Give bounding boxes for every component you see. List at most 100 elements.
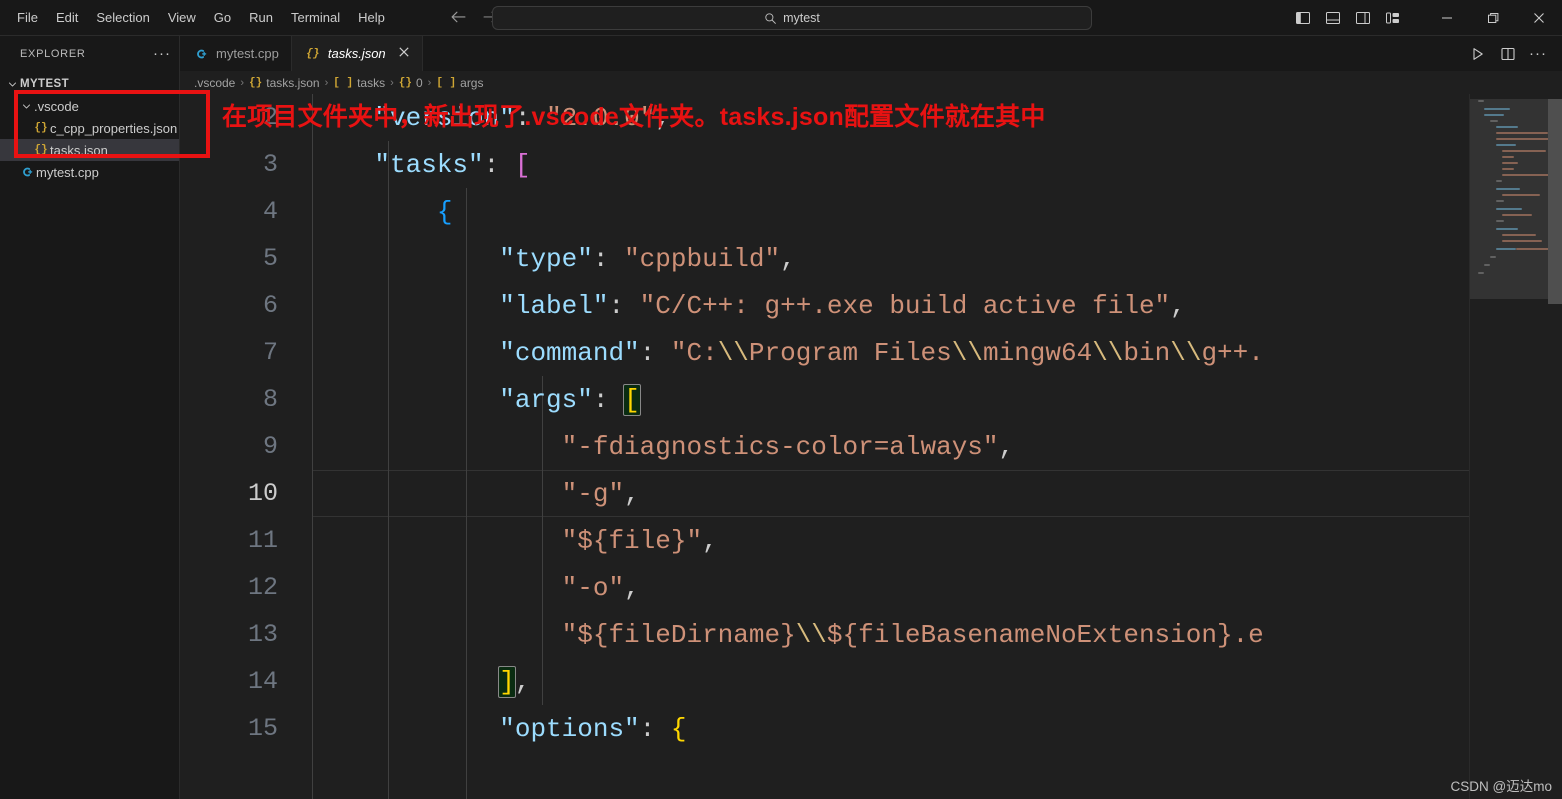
vscode-window: File Edit Selection View Go Run Terminal…: [0, 0, 1562, 799]
line-number: 3: [262, 150, 278, 179]
line-content: "${file}",: [561, 525, 718, 556]
breadcrumb-separator-icon: ›: [427, 76, 432, 89]
title-bar: File Edit Selection View Go Run Terminal…: [0, 0, 1562, 36]
breadcrumb-item-0[interactable]: {} 0: [399, 76, 423, 90]
breadcrumb-label: tasks: [357, 75, 386, 90]
scrollbar-thumb[interactable]: [1548, 99, 1562, 304]
explorer-more-actions-icon[interactable]: ···: [153, 46, 171, 61]
code-line-current[interactable]: 10 "-g",: [180, 470, 1562, 517]
toggle-primary-sidebar-icon[interactable]: [1290, 5, 1316, 31]
line-content: "-o",: [561, 572, 640, 603]
line-number: 12: [247, 573, 278, 602]
code-line[interactable]: 4 {: [180, 188, 1562, 235]
maximize-restore-button[interactable]: [1470, 0, 1516, 36]
menu-item-view[interactable]: View: [159, 6, 205, 30]
breadcrumb-item-args[interactable]: [ ] args: [436, 76, 483, 90]
menu-item-help[interactable]: Help: [349, 6, 394, 30]
breadcrumb-separator-icon: ›: [390, 76, 394, 89]
split-editor-icon[interactable]: [1494, 40, 1522, 68]
minimap-slider[interactable]: [1470, 99, 1548, 299]
code-line[interactable]: 7 "command": "C:\\Program Files\\mingw64…: [180, 329, 1562, 376]
code-editor[interactable]: 2 "version": "2.0.0", 3 "tasks": [ 4 { 5…: [180, 94, 1562, 799]
menu-item-go[interactable]: Go: [205, 6, 240, 30]
line-number: 5: [262, 244, 278, 273]
code-lines: 2 "version": "2.0.0", 3 "tasks": [ 4 { 5…: [180, 94, 1562, 752]
tree-item-label: tasks.json: [50, 142, 108, 158]
tree-item-label: c_cpp_properties.json: [50, 120, 178, 136]
command-center-search[interactable]: mytest: [492, 6, 1092, 30]
tree-item-label: mytest.cpp: [36, 164, 99, 180]
line-content: "tasks": [: [374, 149, 531, 180]
code-line[interactable]: 11 "${file}",: [180, 517, 1562, 564]
tree-item-mytest-cpp[interactable]: mytest.cpp: [0, 161, 179, 183]
code-line[interactable]: 14 ],: [180, 658, 1562, 705]
menu-item-edit[interactable]: Edit: [47, 6, 87, 30]
editor-vertical-scrollbar[interactable]: [1548, 94, 1562, 799]
line-number: 15: [247, 714, 278, 743]
breadcrumb-label: args: [460, 75, 484, 90]
matching-bracket: ]: [498, 665, 516, 698]
code-line[interactable]: 5 "type": "cppbuild",: [180, 235, 1562, 282]
toggle-panel-icon[interactable]: [1320, 5, 1346, 31]
breadcrumb-item-vscode[interactable]: .vscode: [194, 76, 235, 90]
breadcrumb-item-tasks-json[interactable]: {} tasks.json: [249, 76, 320, 90]
tab-mytest-cpp[interactable]: mytest.cpp: [180, 36, 292, 71]
minimize-button[interactable]: [1424, 0, 1470, 36]
code-line[interactable]: 12 "-o",: [180, 564, 1562, 611]
line-content: "type": "cppbuild",: [499, 243, 796, 274]
code-line[interactable]: 3 "tasks": [: [180, 141, 1562, 188]
menu-item-file[interactable]: File: [8, 6, 47, 30]
customize-layout-icon[interactable]: [1380, 5, 1406, 31]
code-line[interactable]: 13 "${fileDirname}\\${fileBasenameNoExte…: [180, 611, 1562, 658]
line-number: 6: [262, 291, 278, 320]
toggle-secondary-sidebar-icon[interactable]: [1350, 5, 1376, 31]
tab-label: tasks.json: [327, 46, 386, 61]
line-content: "options": {: [499, 713, 687, 744]
json-array-icon: [ ]: [333, 76, 354, 89]
breadcrumb-label: .vscode: [194, 75, 236, 90]
line-content: "${fileDirname}\\${fileBasenameNoExtensi…: [561, 619, 1264, 650]
editor-tab-bar: mytest.cpp {} tasks.json ···: [180, 36, 1562, 71]
window-right-controls: [1290, 0, 1562, 36]
back-arrow-icon[interactable]: [446, 6, 472, 30]
line-number: 4: [262, 197, 278, 226]
code-line[interactable]: 9 "-fdiagnostics-color=always",: [180, 423, 1562, 470]
menu-item-run[interactable]: Run: [240, 6, 282, 30]
watermark: CSDN @迈达mo: [1450, 779, 1552, 794]
line-number: 9: [262, 432, 278, 461]
file-tree: MYTEST .vscode {} c_cpp_properties.json …: [0, 71, 179, 183]
menu-item-selection[interactable]: Selection: [87, 6, 158, 30]
breadcrumb: .vscode › {} tasks.json › [ ] tasks › {}…: [180, 71, 1562, 94]
chevron-down-icon: [4, 79, 20, 90]
tree-item-c-cpp-properties-json[interactable]: {} c_cpp_properties.json: [0, 117, 179, 139]
line-content: {: [436, 196, 453, 227]
breadcrumb-label: tasks.json: [266, 75, 320, 90]
line-number: 13: [247, 620, 278, 649]
layout-controls: [1290, 5, 1406, 31]
breadcrumb-label: 0: [415, 75, 423, 90]
line-content: ],: [498, 665, 531, 698]
more-actions-icon[interactable]: ···: [1524, 40, 1552, 68]
tree-item-tasks-json[interactable]: {} tasks.json: [0, 139, 179, 161]
breadcrumb-item-tasks[interactable]: [ ] tasks: [333, 76, 385, 90]
line-number: 7: [262, 338, 278, 367]
json-object-icon: {}: [249, 76, 263, 89]
search-icon: [764, 12, 777, 25]
close-button[interactable]: [1516, 0, 1562, 36]
json-object-icon: {}: [398, 76, 412, 89]
tab-label: mytest.cpp: [216, 46, 279, 61]
matching-bracket: [: [623, 383, 641, 416]
editor-actions: ···: [1464, 36, 1562, 71]
run-icon[interactable]: [1464, 40, 1492, 68]
code-line[interactable]: 15 "options": {: [180, 705, 1562, 752]
explorer-header: EXPLORER ···: [0, 36, 179, 71]
line-content: "args": [: [499, 383, 641, 416]
tree-root-mytest[interactable]: MYTEST: [0, 73, 179, 95]
tree-item-vscode-folder[interactable]: .vscode: [0, 95, 179, 117]
tab-tasks-json[interactable]: {} tasks.json: [291, 36, 423, 71]
explorer-sidebar: EXPLORER ··· MYTEST .vscode {} c_cpp_pro…: [0, 36, 210, 799]
code-line[interactable]: 6 "label": "C/C++: g++.exe build active …: [180, 282, 1562, 329]
menu-item-terminal[interactable]: Terminal: [282, 6, 349, 30]
close-icon[interactable]: [398, 46, 410, 61]
code-line[interactable]: 8 "args": [: [180, 376, 1562, 423]
